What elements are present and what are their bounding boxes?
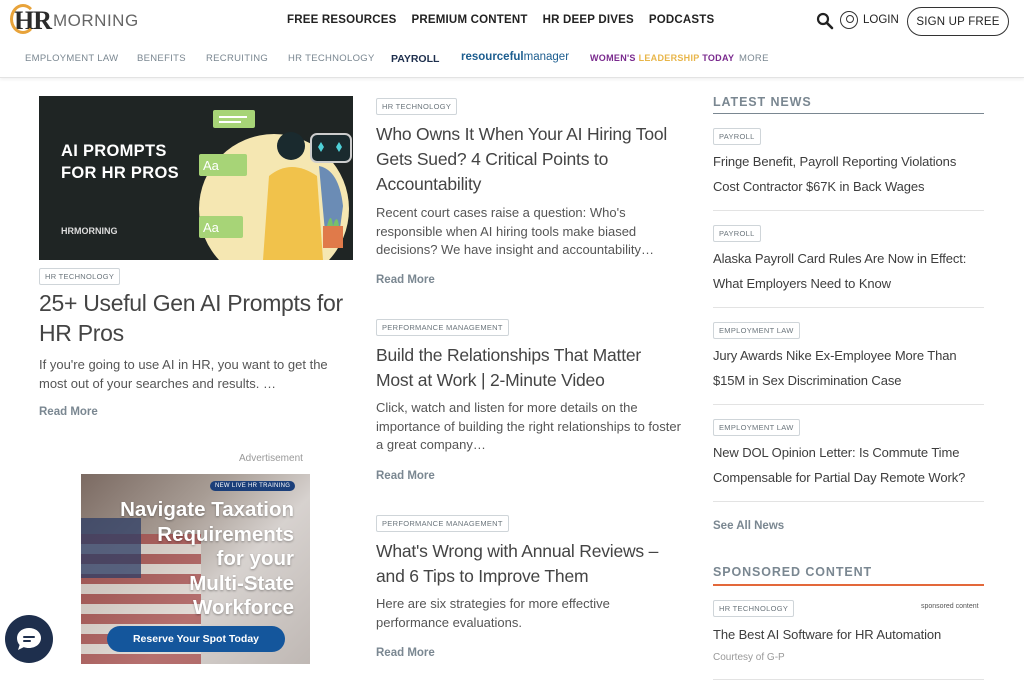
- feature-read-more[interactable]: Read More: [39, 406, 98, 418]
- nav-premium-content[interactable]: PREMIUM CONTENT: [412, 14, 528, 26]
- ad-badge: NEW LIVE HR TRAINING: [210, 481, 296, 491]
- subnav-hr-technology[interactable]: HR TECHNOLOGY: [288, 53, 375, 64]
- svg-text:Aa: Aa: [203, 220, 220, 235]
- article-card: HR TECHNOLOGY Who Owns It When Your AI H…: [376, 96, 682, 286]
- sponsored-title[interactable]: The Best AI Software for HR Automation: [713, 622, 941, 647]
- hero-illustration: Aa Aa: [199, 110, 352, 260]
- search-icon[interactable]: [816, 12, 834, 30]
- sponsored-courtesy: Courtesy of G-P: [713, 652, 785, 663]
- site-logo[interactable]: HR MORNING: [10, 4, 139, 36]
- user-icon: [840, 11, 858, 29]
- news-divider: [713, 501, 984, 502]
- subnav-recruiting[interactable]: RECRUITING: [206, 53, 268, 64]
- sponsored-content-heading: SPONSORED CONTENT: [713, 565, 873, 579]
- latest-news-heading: LATEST NEWS: [713, 95, 812, 109]
- sponsored-content-label: sponsored content: [921, 603, 979, 610]
- logo-morning-text: MORNING: [53, 11, 139, 30]
- article-excerpt: Here are six strategies for more effecti…: [376, 596, 610, 630]
- article-card: PERFORMANCE MANAGEMENT Build the Relatio…: [376, 317, 682, 482]
- top-header: HR MORNING FREE RESOURCES PREMIUM CONTEN…: [0, 0, 1024, 42]
- news-tag[interactable]: PAYROLL: [713, 225, 761, 242]
- ad-headline-line1: Navigate Taxation: [120, 498, 294, 521]
- primary-nav: FREE RESOURCES PREMIUM CONTENT HR DEEP D…: [287, 14, 714, 26]
- subnav-employment-law[interactable]: EMPLOYMENT LAW: [25, 53, 118, 64]
- news-divider: [713, 307, 984, 308]
- article-read-more[interactable]: Read More: [376, 470, 682, 482]
- today-text: TODAY: [702, 53, 735, 63]
- login-link[interactable]: LOGIN: [840, 11, 899, 29]
- feature-excerpt: If you're going to use AI in HR, you wan…: [39, 357, 328, 391]
- news-title[interactable]: Alaska Payroll Card Rules Are Now in Eff…: [713, 246, 984, 296]
- subnav-resourceful-manager[interactable]: resourcefulmanager: [461, 51, 569, 63]
- nav-free-resources[interactable]: FREE RESOURCES: [287, 14, 397, 26]
- article-excerpt: Recent court cases raise a question: Who…: [376, 205, 654, 257]
- subnav-payroll[interactable]: PAYROLL: [391, 53, 439, 65]
- ad-headline: Navigate Taxation Requirements for your …: [120, 498, 294, 621]
- news-divider: [713, 679, 984, 680]
- article-title[interactable]: Who Owns It When Your AI Hiring Tool Get…: [376, 122, 682, 197]
- news-tag[interactable]: EMPLOYMENT LAW: [713, 419, 800, 436]
- leadership-text: LEADERSHIP: [638, 53, 700, 63]
- news-divider: [713, 404, 984, 405]
- ad-reserve-button[interactable]: Reserve Your Spot Today: [107, 626, 285, 652]
- news-tag[interactable]: PAYROLL: [713, 128, 761, 145]
- news-title[interactable]: New DOL Opinion Letter: Is Commute Time …: [713, 440, 984, 490]
- advertisement-label: Advertisement: [239, 453, 303, 464]
- article-tag[interactable]: PERFORMANCE MANAGEMENT: [376, 319, 509, 336]
- feature-image-title-line2: FOR HR PROS: [61, 164, 179, 182]
- sign-up-button[interactable]: SIGN UP FREE: [907, 7, 1009, 36]
- chat-button[interactable]: [5, 615, 53, 663]
- feature-image[interactable]: Aa Aa AI PROMPTS FOR HR PROS HRMORNING: [39, 96, 353, 260]
- news-tag[interactable]: EMPLOYMENT LAW: [713, 322, 800, 339]
- womens-text: WOMEN'S: [590, 53, 636, 63]
- article-tag[interactable]: HR TECHNOLOGY: [376, 98, 458, 115]
- ad-headline-line2: Requirements: [157, 522, 294, 546]
- ad-headline-line4: Multi-State: [189, 571, 294, 595]
- logo-hr-mark: HR: [10, 4, 52, 36]
- subnav-benefits[interactable]: BENEFITS: [137, 53, 186, 64]
- ad-headline-line3: for your: [216, 547, 294, 570]
- subnav-more[interactable]: MORE: [739, 53, 769, 64]
- news-item: EMPLOYMENT LAW Jury Awards Nike Ex-Emplo…: [713, 320, 984, 393]
- manager-text: manager: [523, 51, 570, 63]
- news-title[interactable]: Jury Awards Nike Ex-Employee More Than $…: [713, 343, 984, 393]
- news-title[interactable]: Fringe Benefit, Payroll Reporting Violat…: [713, 149, 984, 199]
- article-title[interactable]: What's Wrong with Annual Reviews – and 6…: [376, 539, 682, 589]
- feature-image-title: AI PROMPTS FOR HR PROS: [61, 140, 179, 184]
- nav-podcasts[interactable]: PODCASTS: [649, 14, 715, 26]
- news-item: EMPLOYMENT LAW New DOL Opinion Letter: I…: [713, 417, 984, 490]
- sponsored-divider: [713, 584, 984, 586]
- category-nav: EMPLOYMENT LAW BENEFITS RECRUITING HR TE…: [0, 44, 1024, 78]
- see-all-news-link[interactable]: See All News: [713, 520, 784, 532]
- feature-title[interactable]: 25+ Useful Gen AI Prompts for HR Pros: [39, 288, 349, 348]
- ad-headline-line5: Workforce: [192, 596, 294, 619]
- feature-image-logo: HRMORNING: [61, 226, 118, 236]
- chat-bubble-icon: [17, 628, 41, 650]
- login-label: LOGIN: [863, 14, 899, 26]
- sponsored-tag[interactable]: HR TECHNOLOGY: [713, 600, 795, 617]
- article-title[interactable]: Build the Relationships That Matter Most…: [376, 343, 682, 393]
- article-excerpt: Click, watch and listen for more details…: [376, 400, 681, 452]
- resourceful-text: resourceful: [461, 51, 524, 63]
- feature-tag[interactable]: HR TECHNOLOGY: [39, 268, 121, 285]
- latest-news-divider: [713, 113, 984, 114]
- news-item: PAYROLL Fringe Benefit, Payroll Reportin…: [713, 126, 984, 199]
- logo-ring: [10, 4, 36, 34]
- news-item: PAYROLL Alaska Payroll Card Rules Are No…: [713, 223, 984, 296]
- feature-image-title-line1: AI PROMPTS: [61, 142, 167, 160]
- article-tag[interactable]: PERFORMANCE MANAGEMENT: [376, 515, 509, 532]
- svg-text:Aa: Aa: [203, 158, 220, 173]
- subnav-womens-leadership-today[interactable]: WOMEN'S LEADERSHIP TODAY: [590, 53, 734, 63]
- article-card: PERFORMANCE MANAGEMENT What's Wrong with…: [376, 513, 682, 659]
- nav-hr-deep-dives[interactable]: HR DEEP DIVES: [543, 14, 634, 26]
- news-divider: [713, 210, 984, 211]
- article-read-more[interactable]: Read More: [376, 274, 682, 286]
- article-read-more[interactable]: Read More: [376, 647, 682, 659]
- advertisement-banner[interactable]: NEW LIVE HR TRAINING Navigate Taxation R…: [81, 474, 310, 664]
